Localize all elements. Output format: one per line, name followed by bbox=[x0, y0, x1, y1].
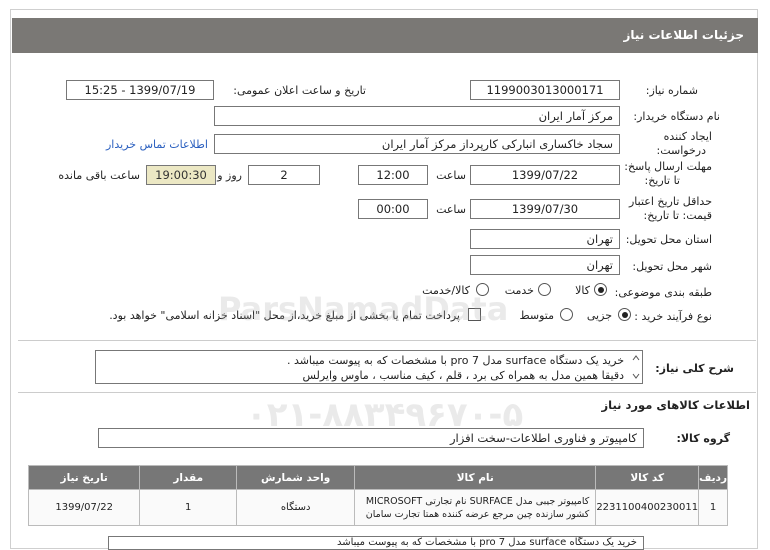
treasury-checkbox[interactable] bbox=[468, 308, 481, 321]
purchase-label: نوع فرآیند خرید : bbox=[634, 310, 712, 323]
days-label: روز و bbox=[217, 169, 242, 182]
creator-label-2: درخواست: bbox=[656, 144, 706, 157]
category-goods-label: کالا bbox=[575, 284, 590, 297]
category-goods-radio[interactable] bbox=[594, 283, 607, 296]
province-label: استان محل تحویل: bbox=[625, 233, 712, 246]
divider bbox=[18, 340, 756, 341]
creator-field[interactable]: سجاد خاکساری انبارکی کارپرداز مرکز آمار … bbox=[214, 134, 620, 154]
cell-qty: 1 bbox=[139, 489, 238, 526]
purchase-medium-label: متوسط bbox=[519, 309, 554, 322]
divider bbox=[18, 392, 756, 393]
col-header-qty: مقدار bbox=[139, 465, 238, 490]
bottom-description-field[interactable]: خرید یک دستگاه surface مدل pro 7 با مشخص… bbox=[108, 536, 644, 550]
validity-date-field[interactable]: 1399/07/30 bbox=[470, 199, 620, 219]
deadline-time-field[interactable]: 12:00 bbox=[358, 165, 428, 185]
need-number-label: شماره نیاز: bbox=[645, 84, 698, 97]
category-both-radio[interactable] bbox=[476, 283, 489, 296]
deadline-label-2: تا تاریخ: bbox=[644, 174, 680, 187]
description-textarea[interactable]: خرید یک دستگاه surface مدل pro 7 با مشخص… bbox=[95, 350, 643, 384]
deadline-time-label: ساعت bbox=[436, 169, 466, 182]
validity-label-2: قیمت: تا تاریخ: bbox=[643, 209, 712, 222]
city-label: شهر محل تحویل: bbox=[632, 260, 712, 273]
goods-group-field[interactable]: کامپیوتر و فناوری اطلاعات-سخت افزار bbox=[98, 428, 644, 448]
cell-date: 1399/07/22 bbox=[27, 489, 141, 526]
need-details-page: جزئیات اطلاعات نیاز شماره نیاز: 11990030… bbox=[0, 0, 770, 550]
purchase-minor-label: جزیی bbox=[586, 309, 612, 322]
col-header-code: کد کالا bbox=[595, 465, 700, 490]
description-line-1: خرید یک دستگاه surface مدل pro 7 با مشخص… bbox=[286, 354, 624, 367]
category-service-label: خدمت bbox=[504, 284, 534, 297]
treasury-note: پرداخت تمام یا بخشی از مبلغ خرید،از محل … bbox=[109, 309, 460, 322]
col-header-unit: واحد شمارش bbox=[236, 465, 356, 490]
validity-time-field[interactable]: 00:00 bbox=[358, 199, 428, 219]
creator-label-1: ایجاد کننده bbox=[663, 130, 712, 143]
validity-label-1: حداقل تاریخ اعتبار bbox=[628, 195, 712, 208]
cell-name-line-2: کشور سازنده چین مرجع عرضه کننده همتا تجا… bbox=[365, 508, 590, 520]
textarea-scroll-arrows[interactable] bbox=[632, 354, 640, 380]
need-number-field[interactable]: 1199003013000171 bbox=[470, 80, 620, 100]
table-header-row: ردیف کد کالا نام کالا واحد شمارش مقدار ت… bbox=[27, 465, 728, 490]
col-header-date: تاریخ نیاز bbox=[27, 465, 141, 490]
cell-unit: دستگاه bbox=[236, 489, 356, 526]
validity-time-label: ساعت bbox=[436, 203, 466, 216]
cell-code: 2231100400230011 bbox=[595, 489, 700, 526]
announce-field[interactable]: 1399/07/19 - 15:25 bbox=[66, 80, 214, 100]
city-field[interactable]: تهران bbox=[470, 255, 620, 275]
cell-name: کامپیوتر جیبی مدل SURFACE نام تجارتی MIC… bbox=[354, 489, 597, 526]
description-label: شرح کلی نیاز: bbox=[655, 362, 734, 375]
cell-row: 1 bbox=[698, 489, 728, 526]
goods-group-label: گروه کالا: bbox=[676, 432, 730, 445]
cell-name-line-1: کامپیوتر جیبی مدل SURFACE نام تجارتی MIC… bbox=[365, 495, 590, 507]
purchase-medium-radio[interactable] bbox=[560, 308, 573, 321]
table-row[interactable]: 1 2231100400230011 کامپیوتر جیبی مدل SUR… bbox=[27, 489, 728, 526]
category-both-label: کالا/خدمت bbox=[422, 284, 470, 297]
col-header-name: نام کالا bbox=[354, 465, 597, 490]
remaining-time-field: 19:00:30 bbox=[146, 165, 216, 185]
announce-label: تاریخ و ساعت اعلان عمومی: bbox=[233, 84, 366, 97]
description-line-2: دقیقا همین مدل به همراه کی برد ، قلم ، ک… bbox=[302, 369, 624, 382]
days-field[interactable]: 2 bbox=[248, 165, 320, 185]
buyer-org-field[interactable]: مرکز آمار ایران bbox=[214, 106, 620, 126]
page-header: جزئیات اطلاعات نیاز bbox=[12, 18, 758, 53]
col-header-row: ردیف bbox=[698, 465, 728, 490]
category-label: طبقه بندی موضوعی: bbox=[614, 286, 712, 299]
goods-section-title: اطلاعات کالاهای مورد نیاز bbox=[601, 398, 750, 412]
deadline-label-1: مهلت ارسال پاسخ: bbox=[624, 160, 712, 173]
buyer-contact-link[interactable]: اطلاعات تماس خریدار bbox=[106, 138, 208, 151]
remaining-label: ساعت باقی مانده bbox=[58, 169, 140, 182]
purchase-minor-radio[interactable] bbox=[618, 308, 631, 321]
buyer-org-label: نام دستگاه خریدار: bbox=[633, 110, 720, 123]
province-field[interactable]: تهران bbox=[470, 229, 620, 249]
deadline-date-field[interactable]: 1399/07/22 bbox=[470, 165, 620, 185]
category-service-radio[interactable] bbox=[538, 283, 551, 296]
goods-table: ردیف کد کالا نام کالا واحد شمارش مقدار ت… bbox=[27, 465, 728, 526]
